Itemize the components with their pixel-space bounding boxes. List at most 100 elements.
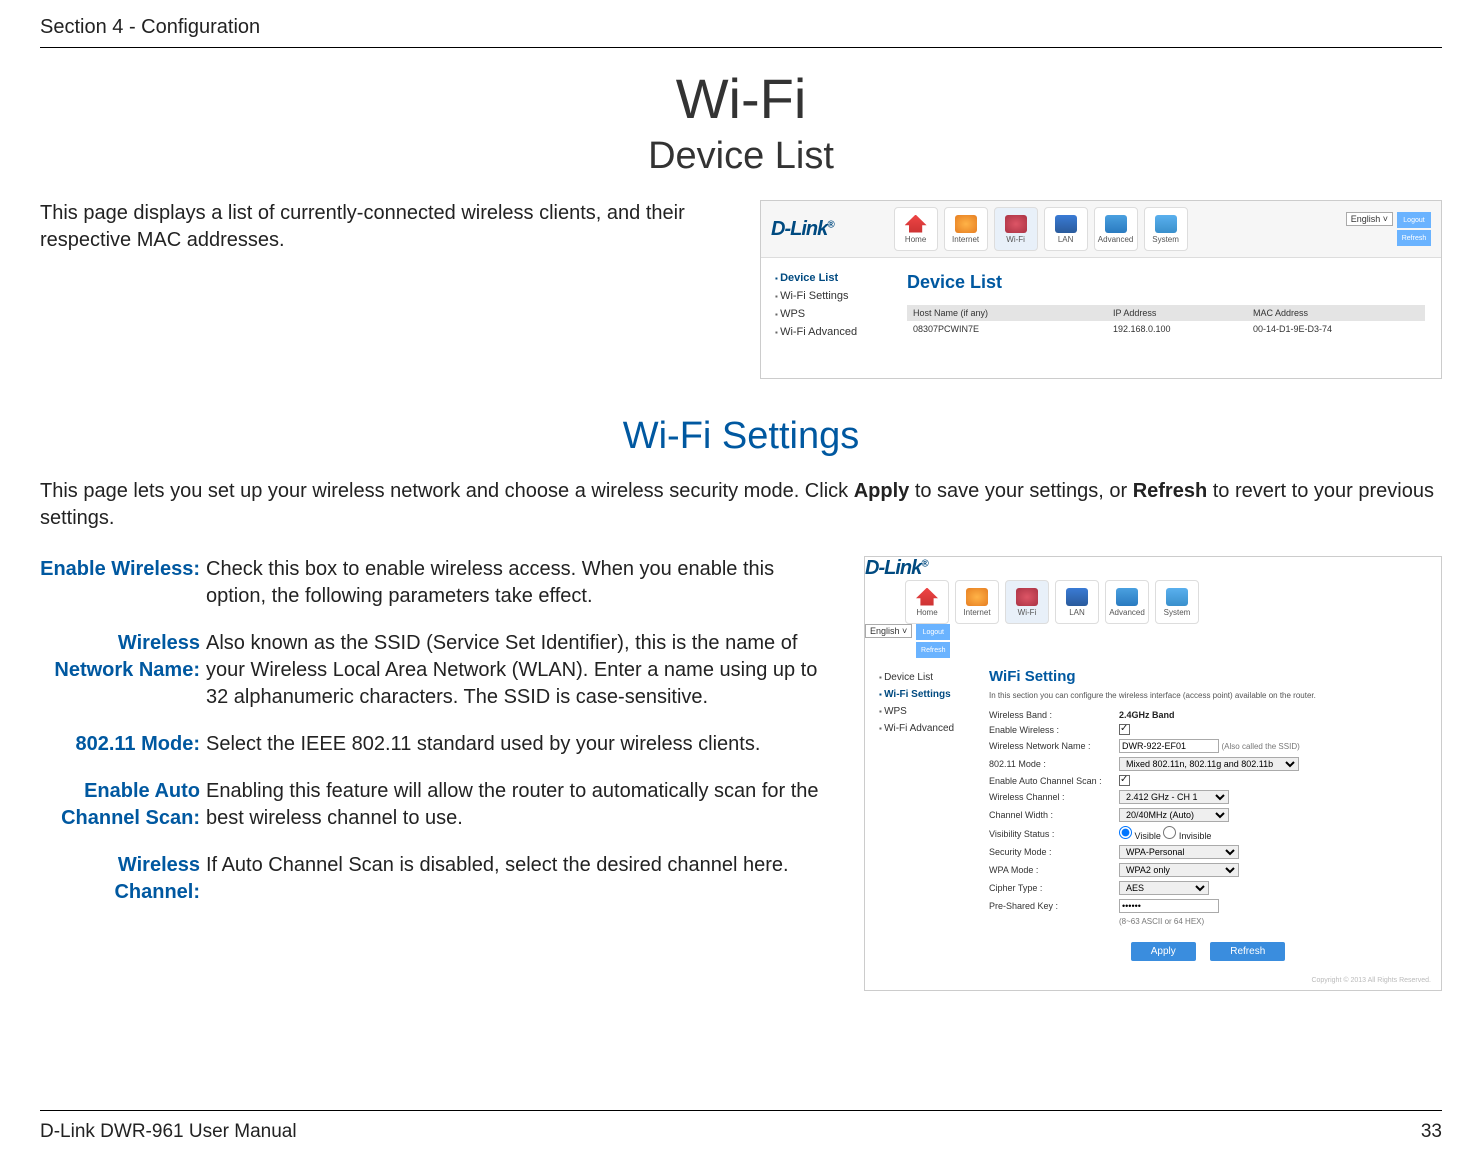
label-invisible: Invisible — [1179, 831, 1212, 841]
term-wireless-channel: Wireless Channel: — [40, 852, 200, 906]
refresh-button[interactable]: Refresh — [916, 642, 950, 658]
nav-wifi[interactable]: Wi-Fi — [994, 207, 1038, 251]
radio-visible[interactable] — [1119, 826, 1132, 839]
device-list-intro: This page displays a list of currently-c… — [40, 200, 720, 254]
label-channel: Wireless Channel : — [989, 792, 1119, 802]
select-security-mode[interactable]: WPA-Personal — [1119, 845, 1239, 859]
home-icon — [916, 588, 938, 606]
nav-system[interactable]: System — [1155, 580, 1199, 624]
sidebar-item-wifi-settings[interactable]: Wi-Fi Settings — [879, 689, 969, 700]
page-subtitle: Device List — [40, 135, 1442, 178]
nav-internet[interactable]: Internet — [955, 580, 999, 624]
select-channel-width[interactable]: 20/40MHz (Auto) — [1119, 808, 1229, 822]
label-cipher: Cipher Type : — [989, 883, 1119, 893]
panel-title: WiFi Setting — [989, 668, 1427, 685]
lan-icon — [1066, 588, 1088, 606]
nav-home[interactable]: Home — [894, 207, 938, 251]
select-channel[interactable]: 2.412 GHz - CH 1 — [1119, 790, 1229, 804]
refresh-button[interactable]: Refresh — [1210, 942, 1285, 961]
select-cipher-type[interactable]: AES — [1119, 881, 1209, 895]
footer-manual-name: D-Link DWR-961 User Manual — [40, 1121, 297, 1143]
nav-wifi[interactable]: Wi-Fi — [1005, 580, 1049, 624]
def-enable-wireless: Check this box to enable wireless access… — [206, 556, 834, 610]
def-auto-channel: Enabling this feature will allow the rou… — [206, 778, 834, 832]
nav-home[interactable]: Home — [905, 580, 949, 624]
language-select[interactable]: English ˅ — [1346, 212, 1393, 226]
top-divider — [40, 47, 1442, 48]
sidebar-item-wifi-advanced[interactable]: Wi-Fi Advanced — [775, 326, 885, 338]
definitions-list: Enable Wireless: Check this box to enabl… — [40, 556, 834, 906]
home-icon — [905, 215, 927, 233]
refresh-button[interactable]: Refresh — [1397, 230, 1431, 246]
ssid-hint: (Also called the SSID) — [1222, 742, 1300, 751]
select-wpa-mode[interactable]: WPA2 only — [1119, 863, 1239, 877]
nav-advanced[interactable]: Advanced — [1105, 580, 1149, 624]
label-width: Channel Width : — [989, 810, 1119, 820]
screenshot-topbar: D-Link® Home Internet Wi-Fi LAN Advanced… — [761, 201, 1441, 258]
panel-title: Device List — [907, 272, 1425, 293]
cell-hostname: 08307PCWIN7E — [907, 321, 1107, 337]
nav-internet[interactable]: Internet — [944, 207, 988, 251]
label-visible: Visible — [1135, 831, 1161, 841]
copyright-text: Copyright © 2013 All Rights Reserved. — [865, 971, 1441, 990]
top-nav: Home Internet Wi-Fi LAN Advanced System — [905, 580, 1441, 624]
label-psk: Pre-Shared Key : — [989, 901, 1119, 911]
label-visibility: Visibility Status : — [989, 829, 1119, 839]
checkbox-auto-channel[interactable] — [1119, 775, 1130, 786]
nav-advanced[interactable]: Advanced — [1094, 207, 1138, 251]
checkbox-enable-wireless[interactable] — [1119, 724, 1130, 735]
sidebar-item-wps[interactable]: WPS — [775, 308, 885, 320]
col-ip: IP Address — [1107, 305, 1247, 321]
label-ssid: Wireless Network Name : — [989, 741, 1119, 751]
wifi-icon — [1016, 588, 1038, 606]
label-enable: Enable Wireless : — [989, 725, 1119, 735]
label-band: Wireless Band : — [989, 710, 1119, 720]
lan-icon — [1055, 215, 1077, 233]
advanced-icon — [1116, 588, 1138, 606]
term-network-name: Wireless Network Name: — [40, 630, 200, 711]
screenshot-topbar: D-Link® Home Internet Wi-Fi LAN Advanced… — [865, 557, 1441, 658]
sidebar: Device List Wi-Fi Settings WPS Wi-Fi Adv… — [761, 258, 891, 378]
psk-hint: (8~63 ASCII or 64 HEX) — [1119, 917, 1204, 926]
device-list-screenshot: D-Link® Home Internet Wi-Fi LAN Advanced… — [760, 200, 1442, 379]
logout-button[interactable]: Logout — [1397, 212, 1431, 228]
cell-ip: 192.168.0.100 — [1107, 321, 1247, 337]
label-security: Security Mode : — [989, 847, 1119, 857]
sidebar-item-device-list[interactable]: Device List — [879, 672, 969, 683]
col-hostname: Host Name (if any) — [907, 305, 1107, 321]
cell-mac: 00-14-D1-9E-D3-74 — [1247, 321, 1397, 337]
apply-button[interactable]: Apply — [1131, 942, 1196, 961]
label-wpa-mode: WPA Mode : — [989, 865, 1119, 875]
wifi-icon — [1005, 215, 1027, 233]
nav-lan[interactable]: LAN — [1044, 207, 1088, 251]
def-network-name: Also known as the SSID (Service Set Iden… — [206, 630, 834, 711]
table-header: Host Name (if any) IP Address MAC Addres… — [907, 305, 1425, 321]
section-header: Section 4 - Configuration — [40, 16, 1442, 39]
dlink-logo: D-Link® — [771, 218, 834, 241]
input-ssid[interactable] — [1119, 739, 1219, 753]
select-80211-mode[interactable]: Mixed 802.11n, 802.11g and 802.11b — [1119, 757, 1299, 771]
table-row: 08307PCWIN7E 192.168.0.100 00-14-D1-9E-D… — [907, 321, 1425, 337]
nav-lan[interactable]: LAN — [1055, 580, 1099, 624]
term-enable-wireless: Enable Wireless: — [40, 556, 200, 610]
logout-button[interactable]: Logout — [916, 624, 950, 640]
sidebar-item-device-list[interactable]: Device List — [775, 272, 885, 284]
label-auto-chan: Enable Auto Channel Scan : — [989, 776, 1119, 786]
sidebar-item-wps[interactable]: WPS — [879, 706, 969, 717]
input-psk[interactable] — [1119, 899, 1219, 913]
term-auto-channel: Enable Auto Channel Scan: — [40, 778, 200, 832]
sidebar-item-wifi-advanced[interactable]: Wi-Fi Advanced — [879, 723, 969, 734]
system-icon — [1166, 588, 1188, 606]
panel-description: In this section you can configure the wi… — [989, 691, 1427, 700]
page-number: 33 — [1421, 1121, 1442, 1143]
advanced-icon — [1105, 215, 1127, 233]
value-band: 2.4GHz Band — [1119, 710, 1175, 720]
sidebar: Device List Wi-Fi Settings WPS Wi-Fi Adv… — [865, 658, 975, 971]
radio-invisible[interactable] — [1163, 826, 1176, 839]
page-title: Wi-Fi — [40, 66, 1442, 131]
language-select[interactable]: English ˅ — [865, 624, 912, 638]
def-wireless-channel: If Auto Channel Scan is disabled, select… — [206, 852, 834, 906]
globe-icon — [966, 588, 988, 606]
nav-system[interactable]: System — [1144, 207, 1188, 251]
sidebar-item-wifi-settings[interactable]: Wi-Fi Settings — [775, 290, 885, 302]
